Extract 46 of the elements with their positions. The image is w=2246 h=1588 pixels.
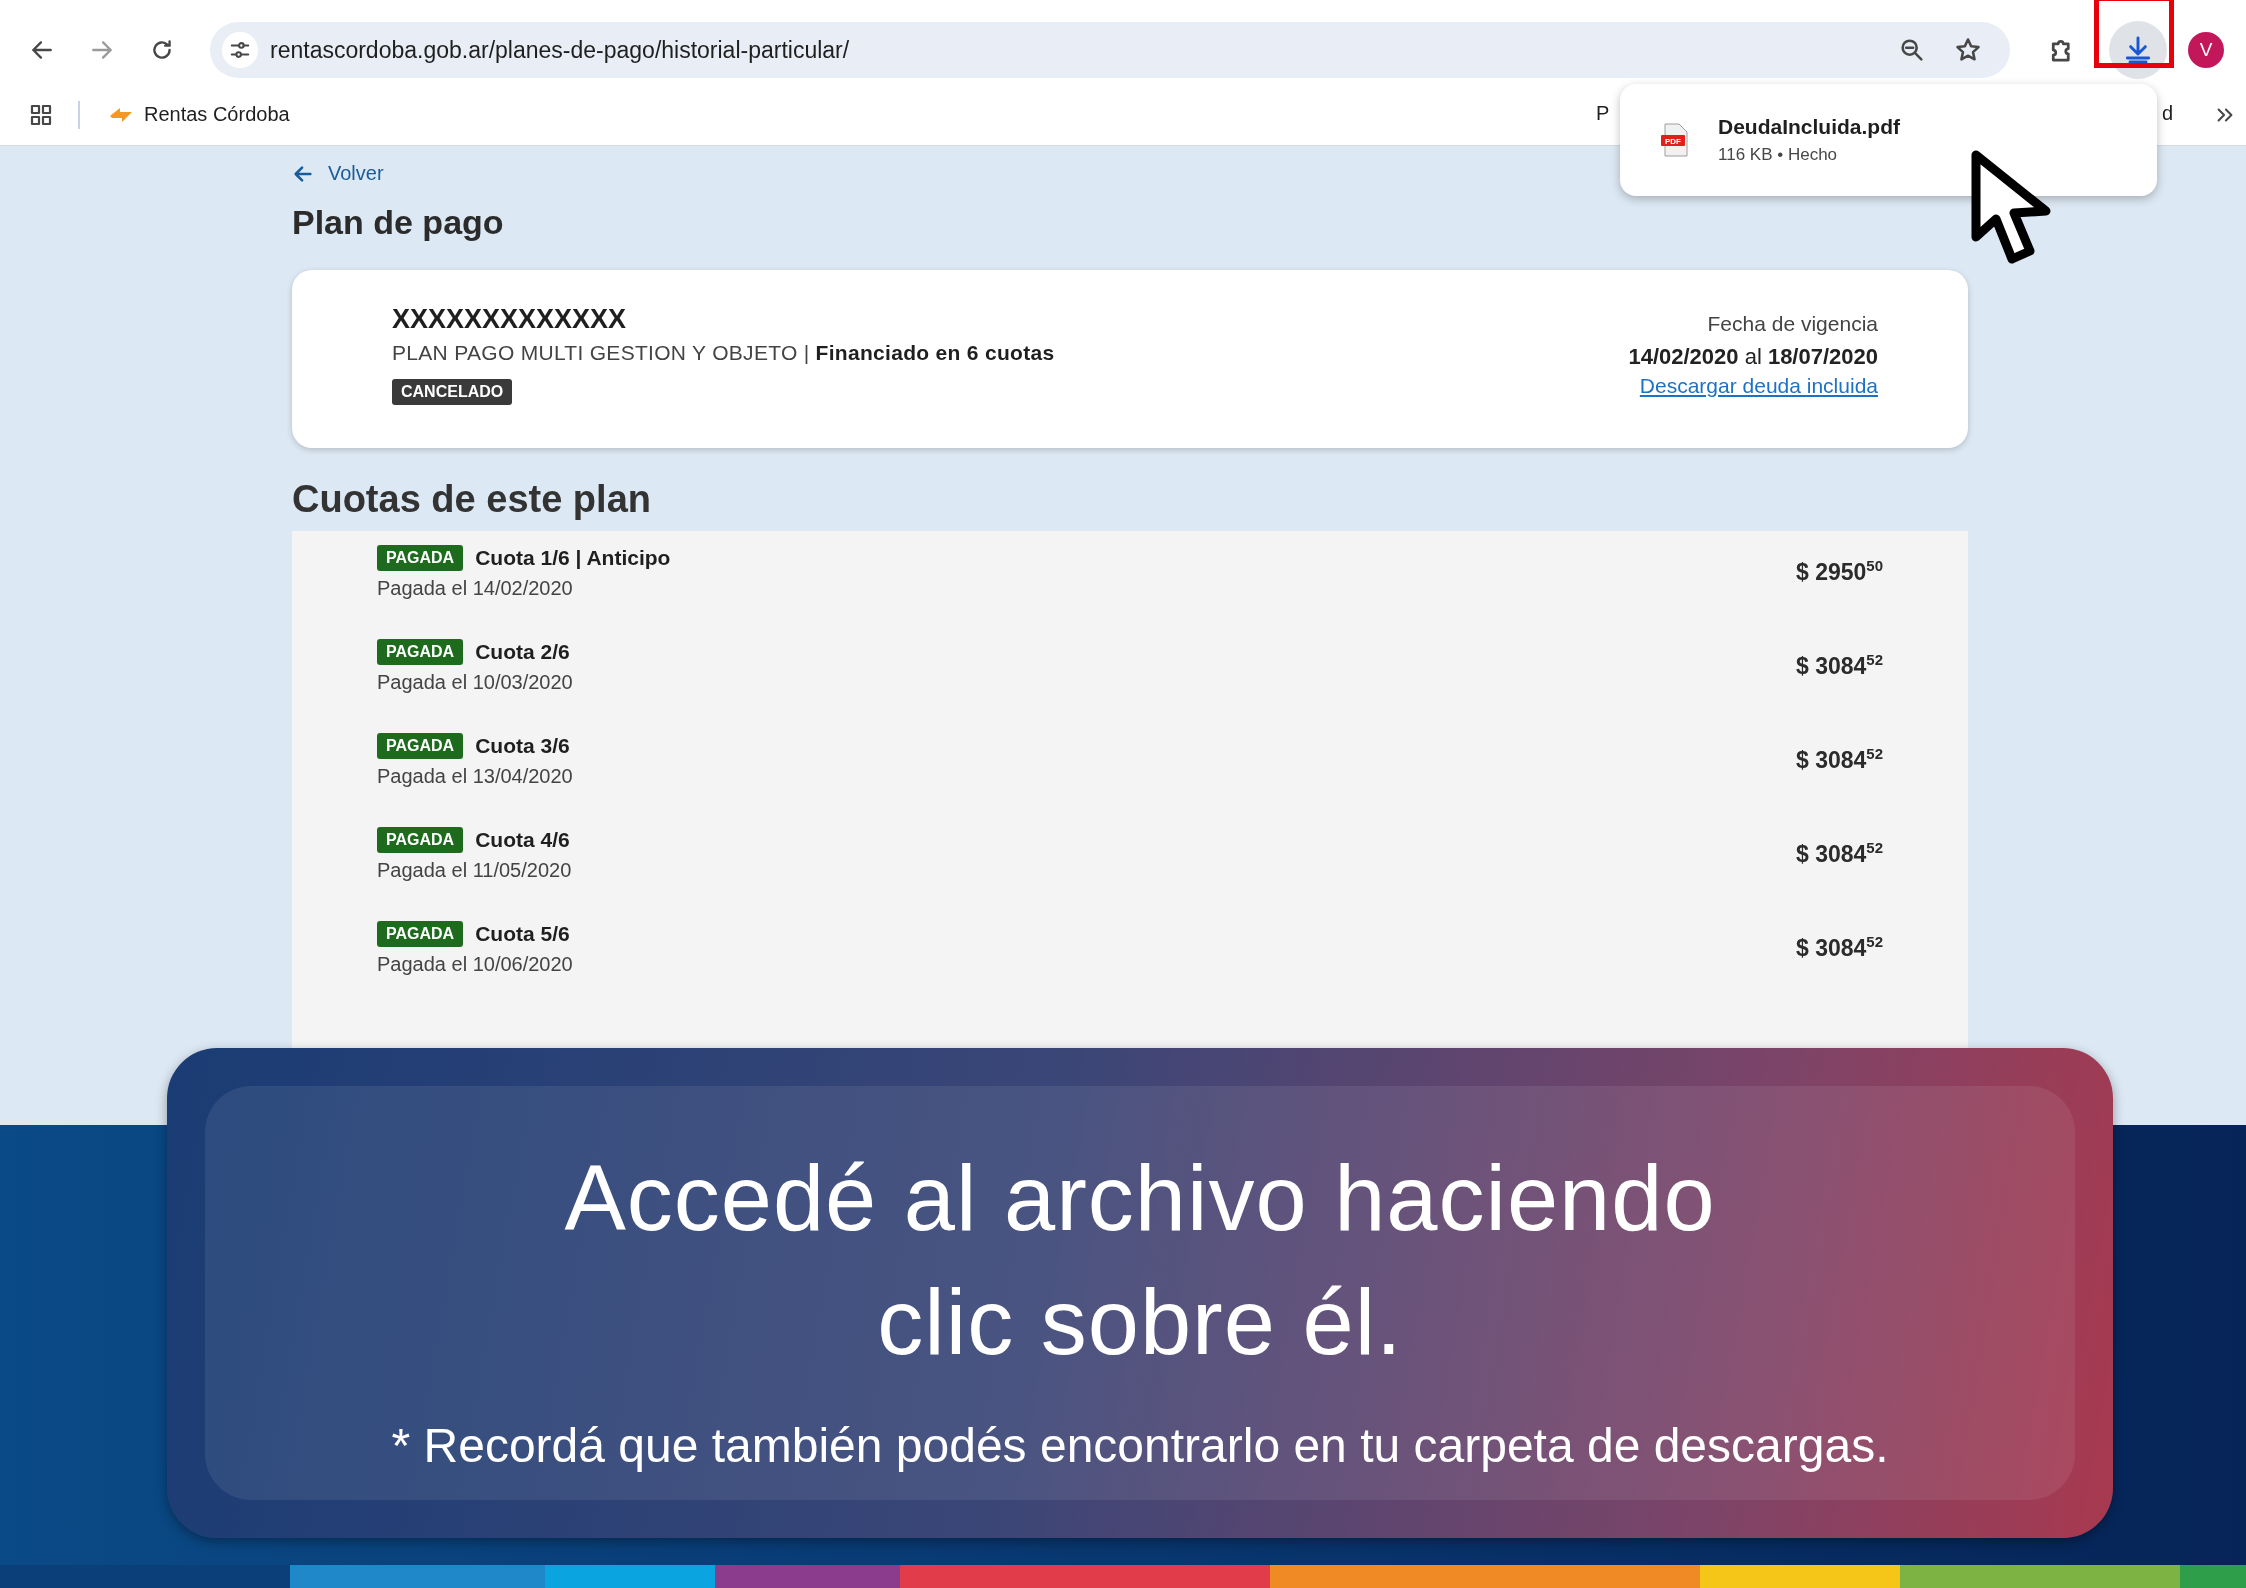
installment-amount: $ 3084$^{52}$ bbox=[1795, 743, 1883, 775]
status-badge: CANCELADO bbox=[392, 378, 513, 405]
sliders-icon bbox=[229, 39, 251, 61]
payment-date: Pagada el 14/02/2020 bbox=[377, 576, 574, 600]
star-icon bbox=[1954, 36, 1982, 64]
url-text: rentascordoba.gob.ar/planes-de-pago/historial-particular/ bbox=[270, 36, 851, 64]
installment-title: Cuota 4/6 bbox=[475, 827, 570, 852]
section-title: Cuotas de este plan bbox=[292, 477, 652, 521]
validity-dates: 14/02/2020 al 18/07/2020 bbox=[1628, 343, 1878, 370]
profile-avatar[interactable]: V bbox=[2188, 32, 2224, 68]
status-badge: PAGADA bbox=[377, 920, 464, 947]
bookmark-link[interactable]: P bbox=[1596, 102, 1610, 125]
file-name: DeudaIncluida.pdf bbox=[1718, 115, 1900, 139]
installment-amount: $ 2950$^{50}$ bbox=[1795, 555, 1883, 587]
back-link[interactable]: Volver bbox=[292, 162, 384, 185]
download-details: 116 KB • Hecho bbox=[1718, 145, 1839, 165]
plan-description: PLAN PAGO MULTI GESTION Y OBJETO | Financiado en 6 cuotas bbox=[392, 340, 1055, 365]
page-title: Plan de pago bbox=[292, 202, 505, 242]
installment-title: Cuota 5/6 bbox=[475, 921, 570, 946]
installment-title: Cuota 2/6 bbox=[475, 639, 570, 664]
zoom-out-icon bbox=[1898, 36, 1926, 64]
grid-icon bbox=[29, 102, 53, 127]
address-bar[interactable]: rentascordoba.gob.ar/planes-de-pago/historial-particular/ bbox=[210, 22, 2010, 78]
bookmark-link[interactable]: Rentas Córdoba bbox=[102, 99, 296, 130]
banner-title-line: Accedé al archivo haciendo bbox=[564, 1146, 1716, 1251]
plan-name: XXXXXXXXXXXXX bbox=[392, 303, 628, 335]
payment-date: Pagada el 13/04/2020 bbox=[377, 764, 573, 788]
download-debt-link[interactable]: Descargar deuda incluida bbox=[1639, 373, 1878, 398]
payment-date: Pagada el 10/06/2020 bbox=[377, 952, 573, 976]
status-badge: PAGADA bbox=[377, 826, 464, 853]
bookmark-link[interactable]: d bbox=[2162, 102, 2174, 125]
installment-amount: $ 3084$^{52}$ bbox=[1795, 649, 1883, 681]
installment-amount: $ 3084$^{52}$ bbox=[1795, 837, 1883, 869]
banner-note: * Recordá que también podés encontrarlo en tu carpeta de descargas. bbox=[391, 1418, 1889, 1473]
payment-date: Pagada el 11/05/2020 bbox=[377, 858, 572, 882]
status-badge: PAGADA bbox=[377, 732, 464, 759]
download-item[interactable]: PDF DeudaIncluida.pdf 116 KB • Hecho bbox=[1660, 115, 1900, 165]
status-badge: PAGADA bbox=[377, 638, 464, 665]
installment-title: Cuota 1/6 | Anticipo bbox=[475, 545, 671, 570]
payment-date: Pagada el 10/03/2020 bbox=[377, 670, 573, 694]
site-settings-button[interactable] bbox=[222, 32, 258, 68]
installment-title: Cuota 3/6 bbox=[475, 733, 570, 758]
banner-title-line: clic sobre él. bbox=[877, 1270, 1403, 1375]
installment-amount: $ 3084$^{52}$ bbox=[1795, 931, 1883, 963]
status-badge: PAGADA bbox=[377, 544, 464, 571]
validity-label: Fecha de vigencia bbox=[1706, 311, 1878, 336]
